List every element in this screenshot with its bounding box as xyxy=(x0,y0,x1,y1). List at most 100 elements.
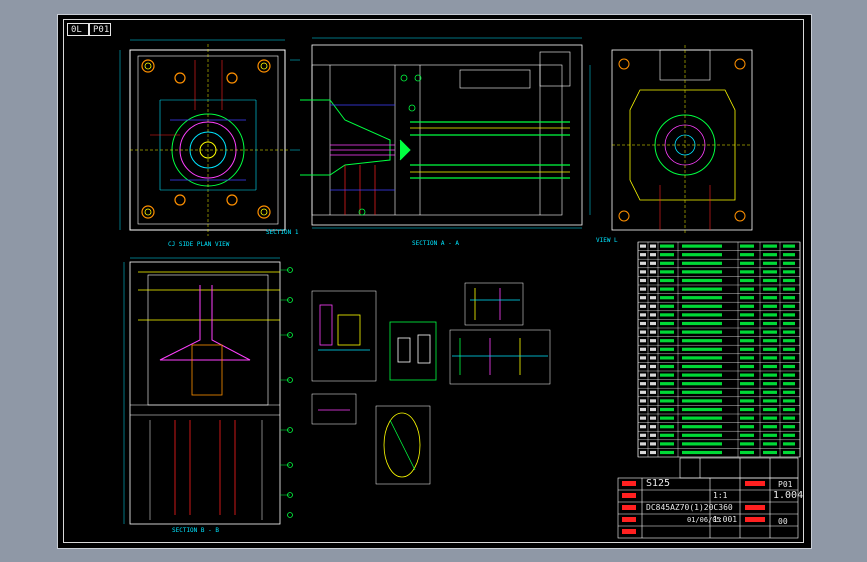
parts-list-cell-glyphs xyxy=(740,313,754,317)
parts-list-cell-glyphs xyxy=(640,253,646,257)
parts-list-cell-glyphs xyxy=(763,339,777,343)
parts-list-cell-glyphs xyxy=(660,270,674,274)
parts-list-cell-glyphs xyxy=(682,296,722,300)
parts-list-cell-glyphs xyxy=(650,270,656,274)
parts-list-cell-glyphs xyxy=(740,339,754,343)
parts-list-cell-glyphs xyxy=(660,373,674,377)
parts-list-cell-glyphs xyxy=(763,296,777,300)
title-drawing-number: DC845AZ70(1)20C360 xyxy=(646,503,733,512)
parts-list-cell-glyphs xyxy=(682,433,722,437)
parts-list-cell-glyphs xyxy=(763,433,777,437)
parts-list-cell-glyphs xyxy=(763,287,777,291)
parts-list-cell-glyphs xyxy=(660,330,674,334)
parts-list-cell-glyphs xyxy=(660,399,674,403)
title-date: 01/06/05 xyxy=(687,516,721,524)
parts-list-cell-glyphs xyxy=(650,382,656,386)
parts-list-cell-glyphs xyxy=(660,425,674,429)
parts-list-cell-glyphs xyxy=(682,356,722,360)
title-rev: 00 xyxy=(778,517,788,526)
parts-list-cell-glyphs xyxy=(783,364,795,369)
parts-list-cell-glyphs xyxy=(783,356,795,360)
parts-list-cell-glyphs xyxy=(650,433,656,437)
section-a-view: SECTION A - A xyxy=(300,37,591,247)
parts-list-cell-glyphs xyxy=(660,313,674,317)
parts-list-cell-glyphs xyxy=(763,442,777,446)
parts-list-cell-glyphs xyxy=(640,364,646,369)
side-view-label: VIEW L xyxy=(596,237,618,244)
parts-list-cell-glyphs xyxy=(783,321,795,326)
parts-list-cell-glyphs xyxy=(740,278,754,283)
parts-list-cell-glyphs xyxy=(682,373,722,377)
parts-list-cell-glyphs xyxy=(740,347,754,351)
parts-list-cell-glyphs xyxy=(740,270,754,274)
parts-list-cell-glyphs xyxy=(650,261,656,265)
parts-list-cell-glyphs xyxy=(783,304,795,308)
detail-views xyxy=(311,282,551,485)
parts-list-cell-glyphs xyxy=(783,399,795,403)
parts-list-cell-glyphs xyxy=(660,433,674,437)
parts-list-cell-glyphs xyxy=(660,253,674,257)
parts-list-cell-glyphs xyxy=(650,373,656,377)
parts-list-cell-glyphs xyxy=(640,425,646,429)
parts-list-cell-glyphs xyxy=(650,330,656,334)
parts-list-cell-glyphs xyxy=(783,253,795,257)
parts-list-cell-glyphs xyxy=(682,244,722,248)
parts-list-cell-glyphs xyxy=(763,364,777,369)
parts-list-cell-glyphs xyxy=(650,364,656,369)
parts-list-cell-glyphs xyxy=(783,382,795,386)
parts-list-cell-glyphs xyxy=(640,356,646,360)
parts-list-cell-glyphs xyxy=(783,442,795,446)
parts-list-cell-glyphs xyxy=(640,270,646,274)
parts-list-cell-glyphs xyxy=(650,313,656,317)
parts-list-cell-glyphs xyxy=(650,450,656,455)
parts-list-cell-glyphs xyxy=(640,399,646,403)
title-scale: 1:1 xyxy=(713,491,728,500)
parts-list-cell-glyphs xyxy=(763,450,777,455)
parts-list-cell-glyphs xyxy=(783,416,795,420)
parts-list-cell-glyphs xyxy=(740,382,754,386)
parts-list-cell-glyphs xyxy=(740,425,754,429)
parts-list-cell-glyphs xyxy=(660,296,674,300)
parts-list-cell-glyphs xyxy=(650,442,656,446)
parts-list xyxy=(637,241,801,458)
parts-list-cell-glyphs xyxy=(682,399,722,403)
parts-list-cell-glyphs xyxy=(650,244,656,248)
parts-list-cell-glyphs xyxy=(682,390,722,394)
title-series: S125 xyxy=(646,478,671,489)
parts-list-cell-glyphs xyxy=(640,278,646,283)
parts-list-cell-glyphs xyxy=(740,321,754,326)
parts-list-cell-glyphs xyxy=(682,442,722,446)
parts-list-cell-glyphs xyxy=(682,261,722,265)
parts-list-cell-glyphs xyxy=(763,373,777,377)
parts-list-cell-glyphs xyxy=(640,330,646,334)
cad-drawing: CJ SIDE PLAN VIEW SECTION 1 SECTION A - … xyxy=(119,37,801,539)
parts-list-cell-glyphs xyxy=(660,450,674,455)
parts-list-cell-glyphs xyxy=(650,321,656,326)
parts-list-cell-glyphs xyxy=(660,407,674,412)
parts-list-cell-glyphs xyxy=(640,450,646,455)
parts-list-cell-glyphs xyxy=(640,407,646,412)
parts-list-cell-glyphs xyxy=(640,382,646,386)
parts-list-cell-glyphs xyxy=(783,450,795,455)
parts-list-cell-glyphs xyxy=(660,339,674,343)
parts-list-cell-glyphs xyxy=(763,390,777,394)
parts-list-cell-glyphs xyxy=(682,339,722,343)
parts-list-cell-glyphs xyxy=(783,407,795,412)
parts-list-cell-glyphs xyxy=(640,287,646,291)
parts-list-cell-glyphs xyxy=(740,330,754,334)
parts-list-cell-glyphs xyxy=(640,244,646,248)
title-page: P01 xyxy=(778,480,793,489)
parts-list-cell-glyphs xyxy=(650,304,656,308)
parts-list-cell-glyphs xyxy=(640,442,646,446)
parts-list-cell-glyphs xyxy=(763,382,777,386)
parts-list-cell-glyphs xyxy=(650,390,656,394)
title-block-frame xyxy=(617,457,799,539)
parts-list-cell-glyphs xyxy=(740,450,754,455)
parts-list-cell-glyphs xyxy=(660,287,674,291)
parts-list-cell-glyphs xyxy=(740,253,754,257)
parts-list-cell-glyphs xyxy=(783,330,795,334)
section-b-view: SECTION B - B xyxy=(123,257,293,534)
parts-list-cell-glyphs xyxy=(682,416,722,420)
parts-list-cell-glyphs xyxy=(740,416,754,420)
parts-list-cell-glyphs xyxy=(763,244,777,248)
